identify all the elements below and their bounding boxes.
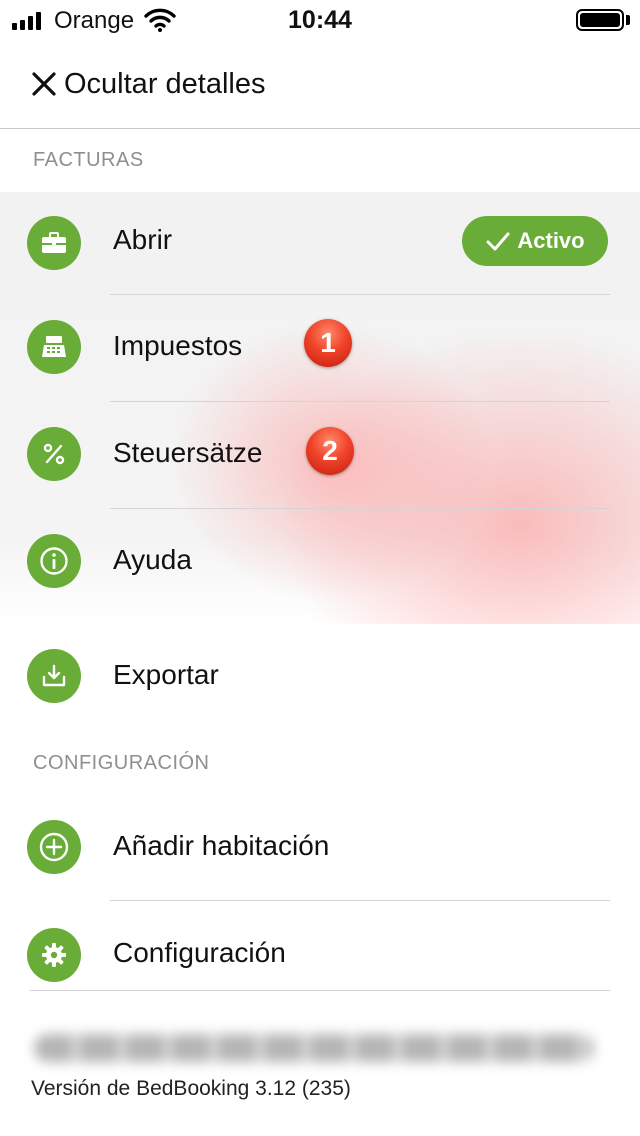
cash-register-icon [27,320,81,374]
section-label-config: CONFIGURACIÓN [33,752,210,774]
menu-item-label: Impuestos [113,330,243,361]
blurred-account-text [34,1034,594,1062]
battery-icon [576,9,624,31]
menu-item-label: Exportar [113,659,219,690]
menu-item-label: Abrir [113,224,173,255]
clock: 10:44 [288,6,352,34]
menu-item-label: Añadir habitación [113,830,330,861]
menu-item-add-room[interactable]: Añadir habitación [0,794,640,900]
info-icon [27,534,81,588]
status-bar: Orange 10:44 [0,0,640,40]
notification-badge: 1 [304,319,352,367]
close-icon[interactable] [30,70,58,98]
download-icon [27,649,81,703]
battery-tip [626,15,630,25]
menu-item-tax-rates[interactable]: Steuersätze 2 [0,402,640,508]
section-label-invoices: FACTURAS [33,149,144,171]
notification-badge: 2 [306,427,354,475]
gear-icon [27,928,81,982]
percent-icon [27,427,81,481]
menu-item-label: Ayuda [113,544,192,575]
header: Ocultar detalles [0,40,640,129]
divider [30,990,610,991]
briefcase-icon [27,216,81,270]
active-status-text: Activo [517,228,585,253]
app-version: Versión de BedBooking 3.12 (235) [31,1077,351,1100]
active-status-badge: Activo [462,216,608,266]
menu-item-label: Steuersätze [113,437,263,468]
hide-details-button[interactable]: Ocultar detalles [64,68,266,101]
plus-icon [27,820,81,874]
menu-item-export[interactable]: Exportar [0,622,640,730]
menu-item-help[interactable]: Ayuda [0,509,640,615]
menu-item-settings[interactable]: Configuración [0,901,640,989]
menu-item-label: Configuración [113,937,286,968]
menu-item-taxes[interactable]: Impuestos 1 [0,295,640,401]
checkmark-icon [486,232,510,251]
